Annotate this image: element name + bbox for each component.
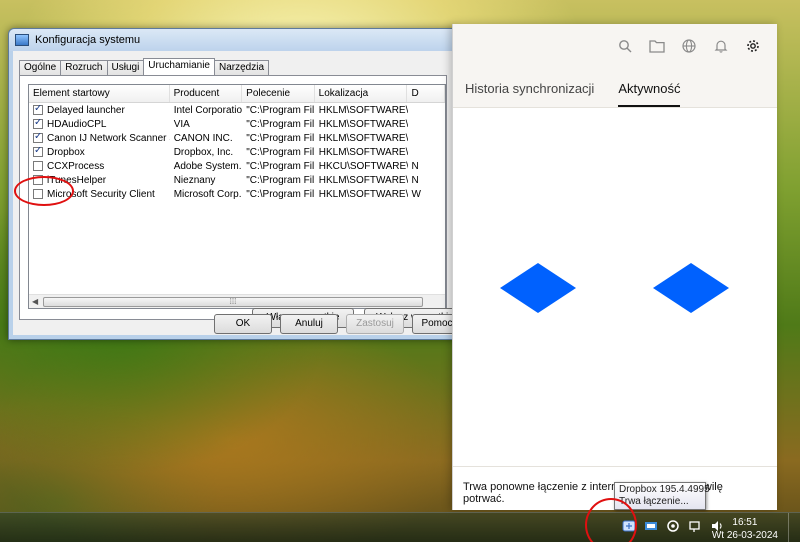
tab-tools[interactable]: Narzędzia <box>214 60 270 75</box>
list-header: Element startowy Producent Polecenie Lok… <box>29 85 445 103</box>
tab-general[interactable]: Ogólne <box>19 60 62 75</box>
tab-startup[interactable]: Uruchamianie <box>143 58 215 75</box>
taskbar: 16:51 Wt 26-03-2024 <box>0 512 800 542</box>
column-startup-item[interactable]: Element startowy <box>29 85 170 102</box>
folder-icon[interactable] <box>649 39 665 55</box>
item-name: Canon IJ Network Scanner Sele... <box>47 132 170 144</box>
item-date: W <box>411 188 421 200</box>
globe-icon[interactable] <box>681 39 697 55</box>
window-titlebar[interactable]: Konfiguracja systemu <box>9 29 457 51</box>
item-manufacturer: Microsoft Corp... <box>173 188 243 200</box>
system-config-window: Konfiguracja systemu Ogólne Rozruch Usłu… <box>8 28 466 340</box>
list-item[interactable]: iTunesHelper Nieznany "C:\Program Fil...… <box>29 173 445 187</box>
window-title: Konfiguracja systemu <box>35 34 141 46</box>
highlight-ellipse <box>14 176 74 206</box>
item-command: "C:\Program Fil... <box>246 160 315 172</box>
item-manufacturer: Intel Corporation <box>173 104 243 116</box>
item-name: Delayed launcher <box>47 104 125 116</box>
startup-checkbox[interactable] <box>33 147 43 157</box>
startup-panel: Element startowy Producent Polecenie Lok… <box>19 75 466 328</box>
list-item[interactable]: Dropbox Dropbox, Inc. "C:\Program Fil...… <box>29 145 445 159</box>
item-location: HKLM\SOFTWARE\M... <box>318 174 408 186</box>
dropbox-logo-icon <box>500 263 729 313</box>
item-manufacturer: Nieznany <box>173 174 216 186</box>
list-item[interactable]: Delayed launcher Intel Corporation "C:\P… <box>29 103 445 117</box>
tab-boot[interactable]: Rozruch <box>60 60 108 75</box>
window-body: Ogólne Rozruch Usługi Uruchamianie Narzę… <box>13 51 466 335</box>
tab-strip: Ogólne Rozruch Usługi Uruchamianie Narzę… <box>19 58 270 75</box>
item-command: "C:\Program Fil... <box>246 104 315 116</box>
item-location: HKLM\SOFTWARE\M... <box>318 118 408 130</box>
item-location: HKLM\SOFTWARE\M... <box>318 146 408 158</box>
item-command: "C:\Program Fil... <box>246 146 315 158</box>
startup-checkbox[interactable] <box>33 133 43 143</box>
item-location: HKCU\SOFTWARE\... <box>318 160 408 172</box>
startup-list: Element startowy Producent Polecenie Lok… <box>28 84 446 309</box>
column-date[interactable]: D <box>407 85 445 102</box>
item-name: HDAudioCPL <box>47 118 107 130</box>
dropbox-header: Historia synchronizacji Aktywność <box>453 24 777 108</box>
item-name: CCXProcess <box>47 160 105 172</box>
item-command: "C:\Program Fil... <box>246 132 315 144</box>
list-item[interactable]: CCXProcess Adobe System... "C:\Program F… <box>29 159 445 173</box>
msconfig-icon <box>15 34 29 46</box>
startup-checkbox[interactable] <box>33 105 43 115</box>
item-manufacturer: VIA <box>173 118 190 130</box>
dropbox-toolbar <box>617 39 761 55</box>
item-manufacturer: Adobe System... <box>173 160 243 172</box>
bell-icon[interactable] <box>713 39 729 55</box>
tooltip-status: Trwa łączenie... <box>619 496 689 507</box>
tab-services[interactable]: Usługi <box>106 60 145 75</box>
apply-button: Zastosuj <box>346 314 404 334</box>
startup-checkbox[interactable] <box>33 161 43 171</box>
show-desktop-button[interactable] <box>788 513 800 542</box>
list-item[interactable]: Canon IJ Network Scanner Sele... CANON I… <box>29 131 445 145</box>
system-tray <box>622 519 724 533</box>
scroll-left-icon[interactable]: ◀ <box>32 297 38 306</box>
item-date: N <box>411 160 419 172</box>
tooltip-version: Dropbox 195.4.4995 <box>619 484 710 495</box>
clock-date: Wt 26-03-2024 <box>711 530 778 541</box>
item-name: Dropbox <box>47 146 85 158</box>
scrollbar-thumb[interactable]: ⁞⁞⁞ <box>43 297 423 307</box>
column-manufacturer[interactable]: Producent <box>170 85 243 102</box>
item-location: HKLM\SOFTWARE\M... <box>318 104 408 116</box>
network-tray-icon[interactable] <box>688 519 702 533</box>
startup-checkbox[interactable] <box>33 119 43 129</box>
clock-time: 16:51 <box>732 517 758 528</box>
ok-button[interactable]: OK <box>214 314 272 334</box>
gear-icon[interactable] <box>745 39 761 55</box>
item-manufacturer: Dropbox, Inc. <box>173 146 234 158</box>
clock[interactable]: 16:51 Wt 26-03-2024 <box>712 516 778 542</box>
cancel-button[interactable]: Anuluj <box>280 314 338 334</box>
item-date: N <box>411 174 419 186</box>
search-icon[interactable] <box>617 39 633 55</box>
item-command: "C:\Program Fil... <box>246 118 315 130</box>
item-command: "C:\Program Fil... <box>246 174 315 186</box>
list-item[interactable]: Microsoft Security Client Microsoft Corp… <box>29 187 445 201</box>
list-item[interactable]: HDAudioCPL VIA "C:\Program Fil... HKLM\S… <box>29 117 445 131</box>
item-command: "C:\Program Fil... <box>246 188 315 200</box>
sync-tray-icon[interactable] <box>666 519 680 533</box>
dropbox-panel: Historia synchronizacji Aktywność Trwa p… <box>452 24 777 510</box>
column-location[interactable]: Lokalizacja <box>315 85 408 102</box>
item-manufacturer: CANON INC. <box>173 132 233 144</box>
item-location: HKLM\SOFTWARE\M... <box>318 188 408 200</box>
dropbox-tabs: Historia synchronizacji Aktywność <box>465 81 681 107</box>
item-location: HKLM\SOFTWARE\M... <box>318 132 408 144</box>
security-tray-icon[interactable] <box>644 519 658 533</box>
tab-activity[interactable]: Aktywność <box>618 81 681 107</box>
tab-sync-history[interactable]: Historia synchronizacji <box>465 81 594 107</box>
horizontal-scrollbar[interactable]: ◀ ⁞⁞⁞ <box>29 294 445 308</box>
column-command[interactable]: Polecenie <box>242 85 315 102</box>
